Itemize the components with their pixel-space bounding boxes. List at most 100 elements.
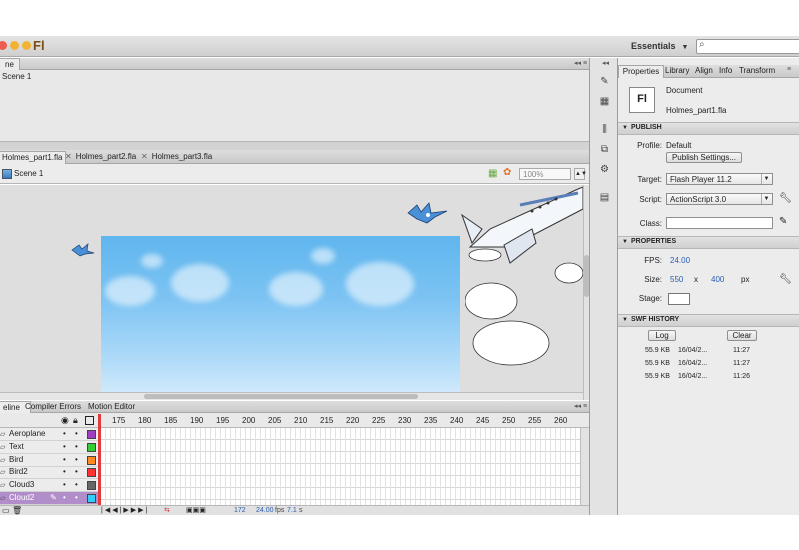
new-layer-icon[interactable]: ▭	[2, 506, 10, 515]
width-value[interactable]: 550	[670, 275, 683, 284]
tab-library[interactable]: Library	[665, 65, 689, 77]
elapsed-time[interactable]: 7.1	[287, 507, 297, 514]
lock-dot[interactable]: •	[75, 492, 78, 504]
stage-horizontal-scrollbar[interactable]	[0, 392, 583, 400]
fps-value[interactable]: 24.00	[670, 256, 690, 265]
tab-align[interactable]: Align	[695, 65, 713, 77]
visibility-dot[interactable]: •	[63, 428, 66, 440]
visibility-dot[interactable]: •	[63, 466, 66, 478]
publish-settings-button[interactable]: Publish Settings...	[666, 152, 742, 163]
minimize-window-button[interactable]	[10, 41, 19, 50]
height-value[interactable]: 400	[711, 275, 724, 284]
workspace-switcher[interactable]: Essentials ▼	[631, 41, 688, 51]
doc-tab-2[interactable]: ✕ Holmes_part2.fla	[60, 151, 141, 164]
layer-row[interactable]: ▱ Cloud2 ✎ • •	[0, 492, 100, 505]
edit-scene-icon[interactable]: ▦	[488, 168, 497, 179]
lock-dot[interactable]: •	[75, 454, 78, 466]
class-input[interactable]	[666, 217, 773, 229]
zoom-window-button[interactable]	[22, 41, 31, 50]
layer-name[interactable]: Cloud3	[9, 479, 34, 491]
clear-button[interactable]: Clear	[727, 330, 757, 341]
lock-dot[interactable]: •	[75, 466, 78, 478]
pasteboard[interactable]	[0, 185, 583, 392]
panel-divider[interactable]	[0, 142, 589, 150]
layer-row[interactable]: ▱ Aeroplane • •	[0, 428, 100, 441]
close-window-button[interactable]	[0, 41, 7, 50]
breadcrumb[interactable]: Scene 1	[2, 72, 31, 81]
tab-transform[interactable]: Transform	[739, 65, 775, 77]
tab-motion[interactable]: ne	[0, 58, 20, 70]
zoom-field[interactable]: 100%	[519, 168, 571, 180]
swatches-icon[interactable]: ▦	[598, 96, 611, 107]
wrench-icon[interactable]: 🔧︎	[779, 193, 792, 204]
frame-rate[interactable]: 24.00	[256, 507, 274, 514]
scene-name[interactable]: Scene 1	[14, 169, 43, 178]
onion-skin-icon[interactable]: ▣▣▣	[186, 506, 206, 514]
layer-color-swatch[interactable]	[87, 430, 96, 439]
layer-color-swatch[interactable]	[87, 494, 96, 503]
playback-controls[interactable]: |◀◀|▶▶▶|	[101, 506, 149, 514]
lock-icon[interactable]: 🔒︎	[73, 415, 78, 426]
edit-class-icon[interactable]: ✎	[779, 216, 787, 227]
target-select[interactable]: Flash Player 11.2 ▼	[666, 173, 773, 185]
lock-dot[interactable]: •	[75, 428, 78, 440]
panel-menu-icon[interactable]: ◂◂ ≡	[574, 59, 587, 67]
visibility-dot[interactable]: •	[63, 492, 66, 504]
layer-name[interactable]: Cloud2	[9, 492, 34, 504]
lock-dot[interactable]: •	[75, 479, 78, 491]
layer-color-swatch[interactable]	[87, 455, 96, 465]
visibility-dot[interactable]: •	[63, 441, 66, 453]
delete-layer-icon[interactable]: 🗑︎	[12, 506, 22, 515]
tab-compiler-errors[interactable]: Compiler Errors	[20, 401, 86, 412]
script-select[interactable]: ActionScript 3.0 ▼	[666, 193, 773, 205]
tab-motion-editor[interactable]: Motion Editor	[83, 401, 140, 412]
frame-ruler[interactable]: 175 180 185 190 195 200 205 210 215 220 225 230 235 2…	[101, 413, 580, 428]
doc-tab-3[interactable]: ✕ Holmes_part3.fla	[136, 151, 221, 164]
visibility-dot[interactable]: •	[63, 479, 66, 491]
current-frame[interactable]: 172	[234, 507, 246, 514]
layer-name[interactable]: Text	[9, 441, 24, 453]
tab-properties[interactable]: Properties	[618, 65, 664, 78]
help-search-input[interactable]: ⌕	[696, 39, 799, 54]
doc-tab-1[interactable]: Holmes_part1.fla	[0, 151, 66, 165]
zoom-dropdown-button[interactable]: ▲▼	[574, 168, 587, 180]
outline-icon[interactable]	[85, 416, 94, 425]
cartoon-clouds-image[interactable]	[465, 243, 583, 368]
panel-menu-icon[interactable]: ◂◂ ≡	[574, 402, 587, 410]
section-properties[interactable]: ▼ PROPERTIES	[618, 236, 799, 249]
layer-row[interactable]: ▱ Text • •	[0, 441, 100, 454]
layer-name[interactable]: Bird	[9, 454, 23, 466]
align-icon[interactable]: ⫼	[598, 124, 611, 135]
eye-icon[interactable]: ◉	[61, 415, 69, 426]
document-name[interactable]: Holmes_part1.fla	[666, 106, 726, 115]
close-icon[interactable]: ✕	[65, 152, 72, 161]
close-icon[interactable]: ✕	[141, 152, 148, 161]
motion-presets-icon[interactable]: ⚙	[598, 164, 611, 175]
stage[interactable]	[101, 236, 460, 392]
expand-panels-icon[interactable]: ◂◂	[602, 59, 609, 67]
timeline-vertical-scrollbar[interactable]	[580, 428, 589, 505]
wrench-icon[interactable]: 🔧︎	[779, 274, 792, 285]
layer-name[interactable]: Aeroplane	[9, 428, 45, 440]
edit-symbols-icon[interactable]: ✿	[503, 167, 511, 178]
section-publish[interactable]: ▼ PUBLISH	[618, 122, 799, 135]
lock-dot[interactable]: •	[75, 441, 78, 453]
frame-grid[interactable]	[101, 428, 580, 505]
code-snippets-icon[interactable]: ▤	[598, 192, 611, 203]
playhead[interactable]	[98, 414, 101, 510]
layer-name[interactable]: Bird2	[9, 466, 28, 478]
bird-image[interactable]	[70, 242, 96, 258]
loop-icon[interactable]: ⇆	[164, 506, 170, 514]
scrollbar-thumb[interactable]	[144, 394, 418, 399]
layer-color-swatch[interactable]	[87, 468, 96, 478]
log-button[interactable]: Log	[648, 330, 676, 341]
layer-color-swatch[interactable]	[87, 442, 96, 452]
layer-row[interactable]: ▱ Bird • •	[0, 454, 100, 467]
stage-color-swatch[interactable]	[668, 293, 690, 305]
color-icon[interactable]: ✎	[598, 76, 611, 87]
layer-row[interactable]: ▱ Cloud3 • •	[0, 479, 100, 493]
panel-menu-icon[interactable]: ≡	[787, 66, 791, 73]
tab-info[interactable]: Info	[719, 65, 732, 77]
layer-color-swatch[interactable]	[87, 481, 96, 491]
section-swf-history[interactable]: ▼ SWF HISTORY	[618, 314, 799, 327]
